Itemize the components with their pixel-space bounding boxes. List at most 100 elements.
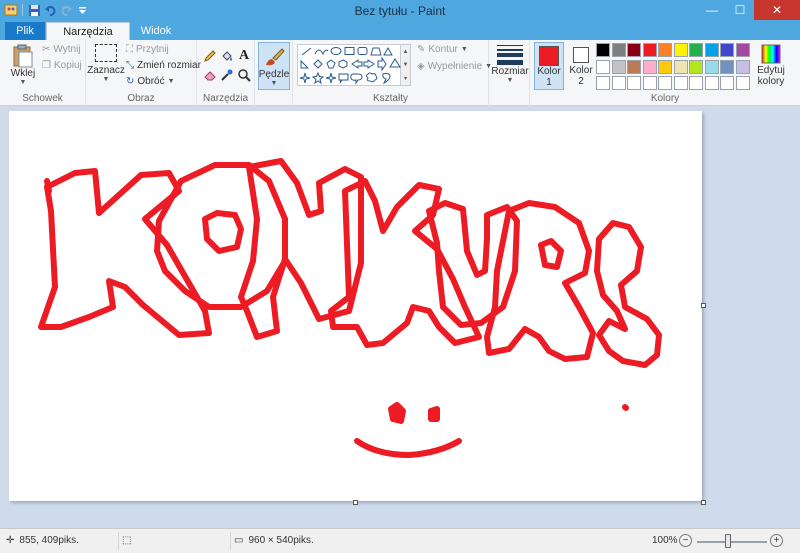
cut-button[interactable]: ✂ Wytnij [42, 44, 81, 55]
palette-swatch[interactable] [596, 76, 610, 90]
selection-rect-icon [95, 44, 117, 62]
rotate-icon: ↻ [126, 76, 135, 87]
clipboard-icon [13, 44, 33, 68]
close-button[interactable]: ✕ [754, 0, 800, 20]
tab-view[interactable]: Widok [134, 22, 178, 40]
colors-group-label: Kolory [650, 93, 680, 104]
tab-file[interactable]: Plik [5, 22, 45, 40]
palette-swatch[interactable] [642, 76, 657, 90]
color2-label: Kolor [569, 65, 593, 76]
eraser-icon[interactable] [202, 67, 218, 83]
status-bar: ✛ 855, 409piks. ⬚ ▭ 960 × 540piks. 100% … [0, 528, 800, 553]
zoom-in-button[interactable]: + [770, 534, 783, 547]
fill-button[interactable]: ◈ Wypełnienie ▼ [417, 61, 492, 72]
image-size-status: ▭ 960 × 540piks. [234, 535, 314, 546]
palette-swatch[interactable] [596, 43, 610, 57]
resize-handle-corner[interactable] [701, 500, 706, 505]
resize-handle-right[interactable] [701, 303, 706, 308]
fill-shape-icon: ◈ [417, 61, 425, 72]
cursor-position-text: 855, 409piks. [19, 535, 79, 546]
brushes-dropdown-icon: ▼ [270, 80, 278, 87]
outline-button[interactable]: ✎ Kontur ▼ [417, 44, 468, 55]
palette-swatch[interactable] [720, 43, 734, 57]
k-tick-stroke [44, 178, 52, 194]
magnifier-icon[interactable] [236, 67, 252, 83]
brushes-button[interactable]: Pędzle ▼ [258, 42, 290, 90]
color1-button[interactable]: Kolor 1 [534, 42, 564, 90]
line-size-icon [497, 44, 523, 66]
palette-swatch[interactable] [704, 43, 719, 57]
palette-swatch[interactable] [658, 59, 672, 74]
palette-swatch[interactable] [627, 76, 641, 90]
resize-button[interactable]: ⤡ Zmień rozmiar [126, 60, 201, 71]
drawing-canvas[interactable] [9, 111, 706, 505]
palette-swatch[interactable] [611, 76, 626, 90]
shapes-gallery[interactable] [297, 44, 401, 86]
right-eye-stroke [428, 406, 440, 422]
palette-swatch[interactable] [735, 43, 750, 57]
palette-swatch[interactable] [689, 59, 703, 74]
tab-home[interactable]: Narzędzia główne [46, 22, 130, 56]
size-group: Rozmiar ▼ [489, 40, 530, 106]
minimize-button[interactable]: — [698, 0, 726, 20]
palette-swatch[interactable] [673, 43, 688, 57]
size-dropdown-icon: ▼ [506, 77, 514, 84]
select-label: Zaznacz [87, 65, 125, 76]
paste-button[interactable]: Wklej ▼ [8, 44, 38, 86]
dot-stroke [622, 404, 629, 411]
palette-swatch[interactable] [611, 59, 626, 74]
letter-r-outer-stroke [484, 200, 596, 362]
palette-swatch[interactable] [627, 59, 641, 74]
palette-swatch[interactable] [658, 43, 672, 57]
crop-button[interactable]: ⛶ Przytnij [126, 44, 169, 55]
cut-label: Wytnij [53, 44, 81, 55]
palette-swatch[interactable] [689, 43, 703, 57]
fill-icon[interactable] [219, 48, 235, 64]
palette-swatch[interactable] [704, 59, 719, 74]
status-separator [118, 532, 119, 550]
letter-s-stroke [594, 220, 662, 368]
color-picker-icon[interactable] [219, 67, 235, 83]
image-size-text: 960 × 540piks. [248, 535, 314, 546]
palette-swatch[interactable] [596, 59, 610, 74]
palette-swatch[interactable] [720, 59, 734, 74]
size-button[interactable]: Rozmiar ▼ [491, 44, 529, 84]
pencil-icon[interactable] [202, 48, 218, 64]
palette-swatch[interactable] [642, 59, 657, 74]
maximize-button[interactable]: ☐ [726, 0, 754, 20]
rotate-button[interactable]: ↻ Obróć ▼ [126, 76, 175, 87]
palette-swatch[interactable] [735, 76, 750, 90]
crop-label: Przytnij [136, 44, 169, 55]
resize-handle-bottom[interactable] [353, 500, 358, 505]
palette-swatch[interactable] [735, 59, 750, 74]
outline-icon: ✎ [417, 44, 426, 55]
palette-swatch[interactable] [689, 76, 703, 90]
color2-number: 2 [578, 76, 584, 87]
palette-swatch[interactable] [720, 76, 734, 90]
shapes-scrollbar[interactable]: ▲ ▼ ▾ [401, 44, 411, 86]
clipboard-group: Wklej ▼ ✂ Wytnij ❐ Kopiuj Schowek [0, 40, 86, 106]
zoom-slider-track[interactable] [697, 541, 767, 543]
zoom-slider-thumb[interactable] [725, 534, 731, 548]
palette-swatch[interactable] [673, 76, 688, 90]
zoom-out-button[interactable]: − [679, 534, 692, 547]
fill-label: Wypełnienie [427, 61, 483, 72]
palette-swatch[interactable] [673, 59, 688, 74]
status-separator [230, 532, 231, 550]
palette-swatch[interactable] [658, 76, 672, 90]
color2-button[interactable]: Kolor 2 [567, 42, 595, 90]
letter-n-stroke [238, 158, 364, 340]
palette-swatch[interactable] [642, 43, 657, 57]
size-label: Rozmiar [491, 66, 529, 77]
scroll-down-icon: ▼ [402, 61, 409, 68]
copy-label: Kopiuj [53, 60, 82, 71]
text-icon[interactable]: A [236, 48, 252, 64]
palette-swatch[interactable] [627, 43, 641, 57]
palette-swatch[interactable] [704, 76, 719, 90]
ribbon: Wklej ▼ ✂ Wytnij ❐ Kopiuj Schowek Zaznac… [0, 40, 800, 106]
palette-swatch[interactable] [611, 43, 626, 57]
copy-button[interactable]: ❐ Kopiuj [42, 60, 82, 71]
color1-swatch [539, 46, 559, 66]
edit-colors-button[interactable]: Edytuj kolory [754, 43, 788, 87]
select-button[interactable]: Zaznacz ▼ [87, 44, 125, 83]
